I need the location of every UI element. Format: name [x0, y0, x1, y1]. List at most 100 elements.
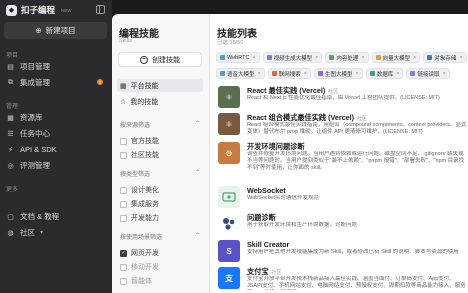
- filter-option-web[interactable]: ✓ 网页开发: [120, 248, 159, 258]
- close-icon[interactable]: ×: [355, 71, 358, 77]
- close-icon[interactable]: ×: [442, 71, 445, 77]
- tag-label: 向量大模型: [382, 55, 411, 62]
- filter-scene-title[interactable]: 按使用场景筛选 ⌃: [120, 232, 202, 241]
- selected-tag[interactable]: 对象存储 ×: [423, 52, 467, 63]
- nav-section-manage: 管理: [6, 104, 19, 110]
- close-icon[interactable]: ×: [413, 55, 416, 61]
- tag-color-icon: [266, 55, 272, 60]
- skill-desc: React 和 Next.js 性能优化最佳指南，由 Vercel 工程团队提供…: [247, 95, 440, 101]
- eval-icon: ◎: [7, 162, 14, 170]
- filter-option-mobile[interactable]: 移动开发: [120, 262, 159, 272]
- selected-tag[interactable]: 内容处理 ×: [325, 52, 369, 63]
- filter-option-label: 网页开发: [131, 250, 159, 257]
- skill-item[interactable]: 支 支付宝 社区 支付宝开放平台开发技术栈新品接入最佳实践。涵盖当面付、订单码支付…: [210, 265, 468, 291]
- selected-tag[interactable]: 链接读取 ×: [406, 68, 450, 79]
- close-icon[interactable]: ×: [459, 55, 462, 61]
- selected-tag[interactable]: 视频生成大模型 ×: [262, 52, 323, 63]
- skill-name: WebSocket: [247, 186, 286, 195]
- nav-item-integration-manage[interactable]: ⧉ 集成管理 !: [4, 76, 107, 89]
- brand-name: 扣子编程: [21, 5, 56, 15]
- nav-item-project-manage[interactable]: ▤ 项目管理: [4, 60, 107, 73]
- selected-tag[interactable]: 生图大模型 ×: [313, 68, 363, 79]
- library-icon: ▦: [7, 114, 14, 122]
- filter-option-integration[interactable]: 集成服务: [120, 199, 159, 209]
- filter-option-label: 移动开发: [131, 264, 159, 271]
- close-icon[interactable]: ×: [396, 71, 399, 77]
- category-label: 我的技能: [130, 98, 159, 106]
- checkbox-checked[interactable]: ✓: [120, 249, 127, 257]
- nav-item-eval-manage[interactable]: ◎ 评测管理: [4, 159, 107, 172]
- checkbox[interactable]: [120, 137, 127, 145]
- selected-count: 已选 16/50: [217, 40, 244, 46]
- close-icon[interactable]: ×: [252, 55, 255, 61]
- close-icon[interactable]: ×: [361, 55, 364, 61]
- checkbox[interactable]: [120, 263, 127, 271]
- filter-option-design[interactable]: 设计美化: [120, 185, 159, 195]
- sidebar-collapse-icon[interactable]: [96, 5, 105, 14]
- doc-icon: ▢: [7, 213, 14, 221]
- close-icon[interactable]: ×: [304, 71, 307, 77]
- checkbox[interactable]: [120, 151, 127, 159]
- nav-item-label: 社区: [20, 228, 35, 237]
- nav-item-api-sdk[interactable]: ⚡ API & SDK: [4, 143, 107, 156]
- skill-item[interactable]: 问题诊断 用于获取开发环境和生产环境数据，诊断问题: [210, 211, 468, 237]
- api-icon: ⚡: [8, 146, 13, 154]
- skill-item[interactable]: S Skill Creator 支持用户把其他开发技能集成为新 Skill，或者…: [210, 238, 468, 264]
- filter-option-agent[interactable]: 智能体: [120, 276, 152, 286]
- filter-source-title[interactable]: 按来源筛选 ⌃: [120, 120, 202, 129]
- tag-label: WebRTC: [227, 54, 250, 61]
- brand-badge: NEW: [61, 7, 72, 13]
- skill-name-text: React 最佳实践 (Vercel): [247, 86, 326, 95]
- checkbox[interactable]: [120, 277, 127, 285]
- filter-option-community[interactable]: 社区技能: [120, 150, 159, 160]
- nav-item-resource-lib[interactable]: ▦ 资源库: [4, 111, 107, 124]
- tag-color-icon: [220, 55, 225, 60]
- diagnose-icon: [218, 213, 240, 235]
- create-skill-button[interactable]: + 创建技能: [118, 52, 202, 67]
- skill-item[interactable]: ⚛ React 最佳实践 (Vercel) 社区 React 和 Next.js …: [210, 84, 468, 110]
- close-icon[interactable]: ×: [258, 71, 261, 77]
- selected-tag[interactable]: 向量大模型 ×: [371, 52, 421, 63]
- tag-label: 对象存储: [434, 55, 457, 62]
- tag-color-icon: [427, 55, 433, 60]
- nav-item-community[interactable]: ◍ 社区 ▾: [4, 226, 107, 239]
- nav-item-docs[interactable]: ▢ 文档 & 教程: [4, 210, 107, 223]
- skill-name-text: 开发环境问题诊断: [247, 142, 305, 151]
- selected-tags-row-1: WebRTC × 视频生成大模型 × 内容处理 × 向量大模型 × 对象存储 ×: [216, 52, 467, 63]
- skill-item[interactable]: ⚛ React 组合模式最佳实践 (Vercel) 社区 React 组合模式最佳…: [210, 111, 468, 137]
- skill-desc: 支付宝开放平台开发技术栈新品接入最佳实践。涵盖当面付、订单码支付、App支付、J…: [247, 276, 466, 289]
- tag-label: 生图大模型: [324, 71, 353, 78]
- tag-label: 链接读取: [417, 71, 440, 78]
- filter-option-label: 集成服务: [131, 201, 159, 208]
- filter-option-label: 开发能力: [131, 215, 159, 222]
- tag-label: 视频生成大模型: [273, 55, 313, 62]
- skill-item[interactable]: WebSocket WebSocket实时通信开发规范: [210, 184, 468, 210]
- checkbox[interactable]: [120, 214, 127, 222]
- task-icon: ☰: [7, 130, 14, 138]
- nav-item-label: 资源库: [20, 113, 43, 122]
- new-project-button[interactable]: ⊕ 新建项目: [4, 22, 107, 39]
- skill-desc: WebSocket实时通信开发规范: [247, 195, 320, 201]
- brand: ◆ 扣子编程 NEW: [6, 4, 72, 16]
- nav-item-label: 集成管理: [20, 78, 50, 87]
- checkbox[interactable]: [120, 200, 127, 208]
- filter-type-title[interactable]: 按类型筛选 ⌃: [120, 169, 202, 178]
- checkbox[interactable]: [120, 186, 127, 194]
- selected-tag[interactable]: 数据库 ×: [365, 68, 404, 79]
- category-my-skills[interactable]: ☆ 我的技能: [117, 95, 203, 108]
- chevron-down-icon: ▾: [40, 230, 44, 236]
- nav-item-task-center[interactable]: ☰ 任务中心: [4, 127, 107, 140]
- skill-name-text: Skill Creator: [247, 240, 290, 249]
- tag-color-icon: [271, 71, 277, 76]
- tag-color-icon: [317, 71, 323, 76]
- filter-option-dev[interactable]: 开发能力: [120, 213, 159, 223]
- grid-icon: ▦: [120, 82, 127, 90]
- skill-item[interactable]: ⚙ 开发环境问题诊断 调查并修复开发环境问题。当用户遇到依赖或运行问题、磁盘空间…: [210, 140, 468, 171]
- close-icon[interactable]: ×: [315, 55, 318, 61]
- tag-label: 联网搜索: [278, 71, 301, 78]
- category-platform-skills[interactable]: ▦ 平台技能: [117, 79, 203, 92]
- filter-option-official[interactable]: 官方技能: [120, 136, 159, 146]
- selected-tag[interactable]: 联网搜索 ×: [267, 68, 311, 79]
- selected-tag[interactable]: WebRTC ×: [216, 52, 260, 63]
- selected-tag[interactable]: 语音大模型 ×: [216, 68, 265, 79]
